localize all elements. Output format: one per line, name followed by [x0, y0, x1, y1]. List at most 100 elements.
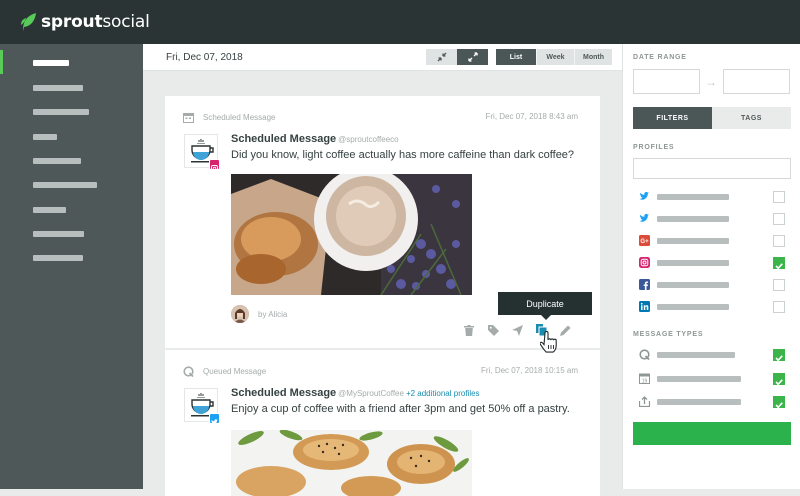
message-body: Enjoy a cup of coffee with a friend afte… [231, 403, 570, 415]
additional-profiles-link[interactable]: +2 additional profiles [406, 389, 480, 398]
coffee-photo [231, 174, 472, 295]
message-type-checkbox[interactable] [773, 349, 785, 362]
profile-filter-row[interactable] [639, 301, 785, 313]
view-week-button[interactable]: Week [536, 49, 574, 65]
sidebar-nav [0, 44, 143, 489]
author-byline: by Alicia [231, 305, 287, 323]
profile-filter-row[interactable] [639, 257, 785, 270]
profile-name-placeholder [657, 260, 729, 266]
sidebar-item-1[interactable] [33, 60, 69, 66]
sidebar-item-9[interactable] [33, 255, 83, 261]
message-status: Scheduled Message [203, 112, 276, 122]
profile-search-input[interactable] [633, 158, 791, 179]
publishing-calendar: Fri, Dec 07, 2018 List Week Month Schedu… [143, 44, 622, 496]
collapse-button[interactable] [426, 49, 457, 65]
arrow-right-icon: → [705, 75, 717, 89]
sidebar-item-8[interactable] [33, 231, 84, 237]
expand-button[interactable] [457, 49, 488, 65]
sidebar-item-3[interactable] [33, 109, 89, 115]
delete-button[interactable] [457, 322, 481, 338]
hand-cursor-icon [540, 331, 557, 353]
message-type-placeholder [657, 399, 741, 405]
profile-checkbox[interactable] [773, 235, 785, 247]
profiles-label: PROFILES [633, 144, 675, 151]
profile-name-placeholder [657, 304, 729, 310]
message-type-row[interactable] [639, 349, 785, 362]
message-image[interactable] [231, 430, 472, 496]
twitter-badge-icon [209, 413, 220, 426]
sidebar-item-4[interactable] [33, 134, 57, 140]
end-date-input[interactable] [723, 69, 790, 94]
profile-avatar [184, 388, 220, 426]
message-type-placeholder [657, 352, 735, 358]
message-types-label: MESSAGE TYPES [633, 331, 704, 338]
sidebar-item-2[interactable] [33, 85, 83, 91]
message-handle: @sproutcoffeeco [338, 135, 399, 144]
sidebar-item-5[interactable] [33, 158, 81, 164]
tag-button[interactable] [481, 322, 505, 338]
svg-text:19: 19 [642, 378, 648, 384]
tab-tags[interactable]: TAGS [712, 107, 791, 129]
tag-icon [487, 324, 499, 336]
profile-filter-row[interactable] [639, 191, 785, 203]
checkmark-icon [775, 355, 783, 362]
message-type-checkbox[interactable] [773, 373, 785, 386]
send-now-button[interactable] [505, 322, 529, 338]
message-title: Scheduled Message @MySproutCoffee +2 addit… [231, 387, 480, 399]
message-handle: @MySproutCoffee [338, 389, 404, 398]
profile-checkbox[interactable] [773, 213, 785, 225]
profile-checkbox[interactable] [773, 257, 785, 270]
sidebar-item-7[interactable] [33, 207, 66, 213]
message-type-checkbox[interactable] [773, 396, 785, 409]
brand-logo[interactable]: sproutsocial [20, 12, 150, 32]
profile-filter-row[interactable] [639, 279, 785, 291]
calendar-icon [183, 112, 194, 123]
duplicate-tooltip: Duplicate [498, 292, 592, 320]
date-toolbar: Fri, Dec 07, 2018 List Week Month [143, 44, 622, 71]
profile-filter-row[interactable] [639, 213, 785, 225]
profile-checkbox[interactable] [773, 301, 785, 313]
start-date-input[interactable] [633, 69, 700, 94]
message-status: Queued Message [203, 366, 267, 376]
apply-filters-button[interactable] [633, 422, 791, 445]
message-title: Scheduled Message @sproutcoffeeco [231, 133, 399, 145]
message-type-placeholder [657, 376, 741, 382]
google-plus-icon: G+ [639, 235, 650, 246]
view-list-button[interactable]: List [496, 49, 536, 65]
expand-icon [467, 52, 478, 62]
filter-panel: DATE RANGE → FILTERS TAGS PROFILES G+ ME… [622, 44, 800, 489]
current-date: Fri, Dec 07, 2018 [166, 52, 243, 63]
svg-text:G+: G+ [640, 239, 649, 245]
profile-filter-row[interactable]: G+ [639, 235, 785, 247]
message-card[interactable]: Queued Message Fri, Dec 07, 2018 10:15 a… [165, 350, 600, 496]
author-name: by Alicia [258, 309, 288, 319]
instagram-badge-icon [209, 159, 220, 172]
view-month-button[interactable]: Month [574, 49, 612, 65]
calendar-icon: 19 [639, 373, 650, 384]
tab-filters[interactable]: FILTERS [633, 107, 712, 129]
message-type-row[interactable]: 19 [639, 373, 785, 386]
sidebar-item-6[interactable] [33, 182, 97, 188]
date-range-label: DATE RANGE [633, 54, 687, 61]
message-type-row[interactable] [639, 396, 785, 409]
instagram-icon [639, 257, 650, 268]
twitter-icon [639, 213, 650, 222]
message-image[interactable] [231, 174, 472, 295]
author-avatar [231, 305, 249, 323]
send-icon [511, 324, 523, 336]
profile-name-placeholder [657, 282, 729, 288]
profile-checkbox[interactable] [773, 191, 785, 203]
message-timestamp: Fri, Dec 07, 2018 8:43 am [485, 112, 579, 121]
twitter-icon [639, 191, 650, 200]
pastry-photo [231, 430, 472, 496]
sidebar-active-indicator [0, 50, 3, 74]
profile-name-placeholder [657, 194, 729, 200]
trash-icon [464, 324, 474, 336]
queue-icon [639, 349, 650, 360]
sprout-leaf-icon [21, 13, 36, 31]
upload-icon [639, 396, 650, 407]
profile-checkbox[interactable] [773, 279, 785, 291]
profile-avatar [184, 134, 220, 172]
card-header: Scheduled Message Fri, Dec 07, 2018 8:43… [183, 111, 578, 123]
density-toggle [426, 49, 488, 65]
